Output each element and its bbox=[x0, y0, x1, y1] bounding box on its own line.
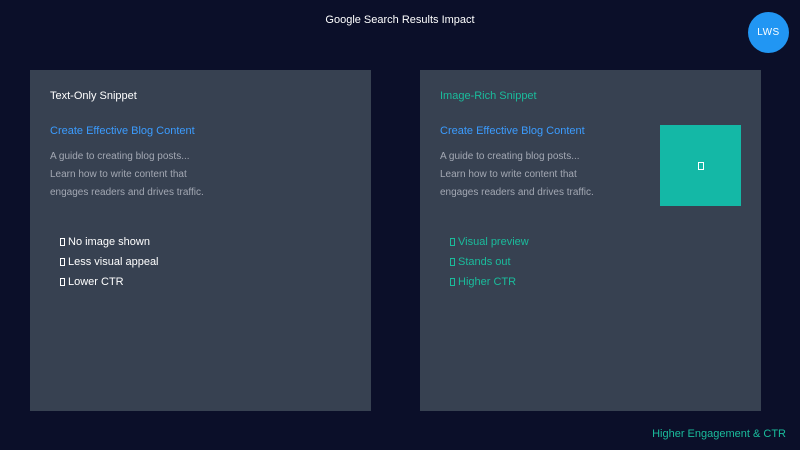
snippet-description-line: Learn how to write content that bbox=[440, 169, 577, 180]
box-glyph-icon bbox=[60, 278, 65, 286]
snippet-description: A guide to creating blog posts... Learn … bbox=[50, 148, 250, 202]
snippet-link[interactable]: Create Effective Blog Content bbox=[50, 125, 195, 137]
feature-item: No image shown bbox=[60, 232, 159, 252]
page-title: Google Search Results Impact bbox=[325, 14, 475, 26]
snippet-description-line: Learn how to write content that bbox=[50, 169, 187, 180]
avatar-initials: LWS bbox=[757, 27, 780, 38]
snippet-link[interactable]: Create Effective Blog Content bbox=[440, 125, 585, 137]
snippet-description: A guide to creating blog posts... Learn … bbox=[440, 148, 640, 202]
box-glyph-icon bbox=[450, 238, 455, 246]
feature-list: No image shown Less visual appeal Lower … bbox=[60, 232, 159, 292]
feature-label: Less visual appeal bbox=[68, 256, 159, 268]
image-placeholder-icon bbox=[697, 161, 704, 170]
feature-item: Stands out bbox=[450, 252, 529, 272]
avatar[interactable]: LWS bbox=[748, 12, 789, 53]
panel-heading: Text-Only Snippet bbox=[50, 90, 137, 102]
box-glyph-icon bbox=[450, 278, 455, 286]
footer-caption: Higher Engagement & CTR bbox=[652, 428, 786, 440]
feature-list: Visual preview Stands out Higher CTR bbox=[450, 232, 529, 292]
box-glyph-icon bbox=[60, 238, 65, 246]
feature-label: Visual preview bbox=[458, 236, 529, 248]
feature-label: No image shown bbox=[68, 236, 150, 248]
snippet-description-line: A guide to creating blog posts... bbox=[440, 151, 580, 162]
snippet-description-line: engages readers and drives traffic. bbox=[50, 187, 204, 198]
snippet-description-line: A guide to creating blog posts... bbox=[50, 151, 190, 162]
feature-item: Lower CTR bbox=[60, 272, 159, 292]
feature-item: Visual preview bbox=[450, 232, 529, 252]
panel-heading: Image-Rich Snippet bbox=[440, 90, 537, 102]
text-only-panel: Text-Only Snippet Create Effective Blog … bbox=[30, 70, 371, 411]
box-glyph-icon bbox=[60, 258, 65, 266]
feature-label: Lower CTR bbox=[68, 276, 124, 288]
feature-item: Less visual appeal bbox=[60, 252, 159, 272]
image-rich-panel: Image-Rich Snippet Create Effective Blog… bbox=[420, 70, 761, 411]
snippet-description-line: engages readers and drives traffic. bbox=[440, 187, 594, 198]
feature-label: Higher CTR bbox=[458, 276, 517, 288]
snippet-thumbnail bbox=[660, 125, 741, 206]
feature-item: Higher CTR bbox=[450, 272, 529, 292]
box-glyph-icon bbox=[450, 258, 455, 266]
feature-label: Stands out bbox=[458, 256, 511, 268]
